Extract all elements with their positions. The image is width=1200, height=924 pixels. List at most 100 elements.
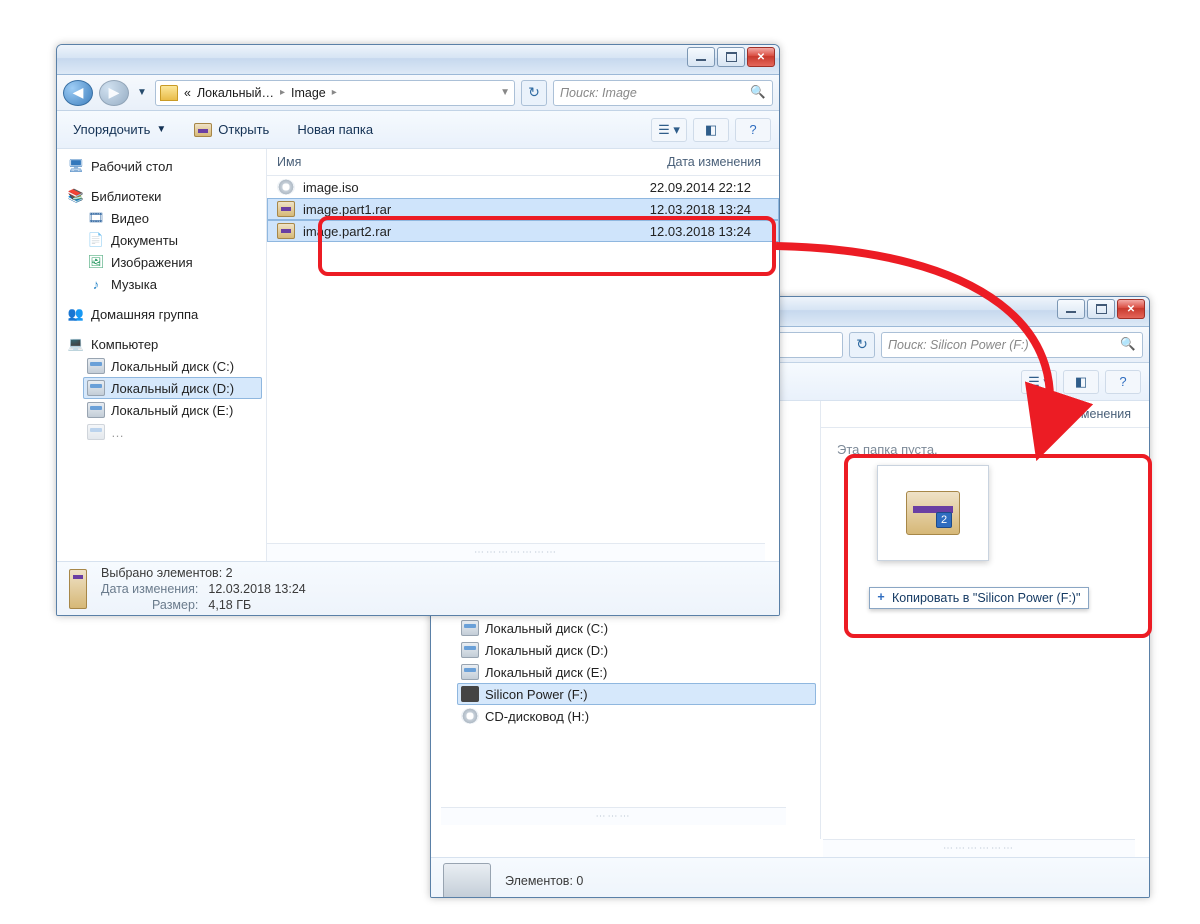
tree-desktop[interactable]: 🖥Рабочий стол — [63, 155, 262, 177]
listpane-scrollbar-horizontal[interactable]: ⋯⋯⋯⋯⋯⋯ — [823, 839, 1135, 857]
nav-back-button[interactable]: ◀ — [63, 80, 93, 106]
tree-disk-c[interactable]: Локальный диск (C:) — [457, 617, 816, 639]
libraries-icon: 📚 — [67, 188, 85, 204]
help-button[interactable]: ? — [1105, 370, 1141, 394]
tree-disk-e[interactable]: Локальный диск (E:) — [83, 399, 262, 421]
status-item-count: Элементов: 0 — [505, 874, 583, 888]
search-field[interactable]: Поиск: Silicon Power (F:) 🔍 — [881, 332, 1143, 358]
file-name: image.part1.rar — [303, 202, 391, 217]
window-body: 🖥Рабочий стол 📚Библиотеки 🎞Видео 📄Докуме… — [57, 149, 779, 561]
view-mode-button[interactable]: ☰ ▾ — [651, 118, 687, 142]
minimize-button[interactable] — [1057, 299, 1085, 319]
status-selection-count: Выбрано элементов: 2 — [101, 566, 306, 580]
tree-libraries[interactable]: 📚Библиотеки — [63, 185, 262, 207]
rar-archive-icon — [277, 223, 295, 239]
file-date: 22.09.2014 22:12 — [589, 180, 769, 195]
tree-silicon-power[interactable]: Silicon Power (F:) — [457, 683, 816, 705]
preview-pane-button[interactable]: ◧ — [693, 118, 729, 142]
maximize-button[interactable] — [1087, 299, 1115, 319]
organize-button[interactable]: Упорядочить ▼ — [65, 118, 174, 141]
column-name[interactable]: Имя — [267, 149, 599, 175]
column-headers[interactable]: …изменения — [821, 401, 1149, 428]
file-date: 12.03.2018 13:24 — [589, 202, 769, 217]
status-drive-icon — [443, 863, 491, 899]
column-date-modified-trail[interactable]: …изменения — [969, 401, 1149, 427]
preview-pane-button[interactable]: ◧ — [1063, 370, 1099, 394]
chevron-right-icon: ▸ — [280, 87, 285, 98]
search-icon: 🔍 — [1120, 337, 1136, 352]
new-folder-button[interactable]: Новая папка — [289, 118, 381, 141]
tree-disk-d[interactable]: Локальный диск (D:) — [83, 377, 262, 399]
status-size-value: 4,18 ГБ — [208, 598, 305, 612]
breadcrumb-folder[interactable]: Image — [291, 86, 326, 100]
chevron-right-icon: ▸ — [332, 87, 337, 98]
scrollbar-horizontal[interactable]: ⋯⋯⋯⋯⋯⋯⋯ — [267, 543, 765, 561]
file-row[interactable]: image.part2.rar12.03.2018 13:24 — [267, 220, 779, 242]
open-button[interactable]: Открыть — [186, 118, 277, 141]
picture-icon: 🖼 — [87, 254, 105, 270]
disk-icon — [461, 664, 479, 680]
video-icon: 🎞 — [87, 210, 105, 226]
nav-history-dropdown[interactable]: ▼ — [135, 80, 149, 106]
view-mode-button[interactable]: ☰ ▾ — [1021, 370, 1057, 394]
help-button[interactable]: ? — [735, 118, 771, 142]
breadcrumb-disk[interactable]: Локальный… — [197, 86, 274, 100]
drag-count-badge: 2 — [936, 512, 952, 528]
homegroup-icon: 👥 — [67, 306, 85, 322]
file-date: 12.03.2018 13:24 — [589, 224, 769, 239]
search-placeholder: Поиск: Silicon Power (F:) — [888, 338, 1029, 352]
drop-action-tooltip: Копировать в "Silicon Power (F:)" — [869, 587, 1089, 609]
disk-icon — [461, 620, 479, 636]
search-field[interactable]: Поиск: Image 🔍 — [553, 80, 773, 106]
refresh-button[interactable]: ↻ — [849, 332, 875, 358]
file-row[interactable]: image.part1.rar 12.03.2018 13:24 — [267, 198, 779, 220]
breadcrumb-dropdown[interactable]: ▼ — [500, 87, 510, 98]
tree-disk-e[interactable]: Локальный диск (E:) — [457, 661, 816, 683]
column-headers[interactable]: Имя Дата изменения — [267, 149, 779, 176]
status-date-value: 12.03.2018 13:24 — [208, 582, 305, 596]
tree-cd-drive[interactable]: CD-дисковод (H:) — [457, 705, 816, 727]
usb-drive-icon — [461, 686, 479, 702]
titlebar[interactable] — [57, 45, 779, 75]
iso-disc-icon — [277, 179, 295, 195]
tree-homegroup[interactable]: 👥Домашняя группа — [63, 303, 262, 325]
status-bar: Выбрано элементов: 2 Дата изменения:12.0… — [57, 561, 779, 615]
tree-disk-d[interactable]: Локальный диск (D:) — [457, 639, 816, 661]
document-icon: 📄 — [87, 232, 105, 248]
file-name: image.iso — [303, 180, 359, 195]
close-button[interactable] — [1117, 299, 1145, 319]
file-list[interactable]: …изменения Эта папка пуста. 2 Копировать… — [821, 401, 1149, 839]
tree-music[interactable]: ♪Музыка — [83, 273, 262, 295]
disk-icon — [87, 358, 105, 374]
column-date-modified[interactable]: Дата изменения — [599, 149, 779, 175]
command-bar: Упорядочить ▼ Открыть Новая папка ☰ ▾ ◧ … — [57, 111, 779, 149]
tree-disk-c[interactable]: Локальный диск (C:) — [83, 355, 262, 377]
nav-forward-button[interactable]: ▶ — [99, 80, 129, 106]
winrar-icon — [194, 123, 212, 137]
breadcrumb-path[interactable]: « Локальный… ▸ Image ▸ ▼ — [155, 80, 515, 106]
file-row[interactable]: image.iso 22.09.2014 22:12 — [267, 176, 779, 198]
address-bar: ◀ ▶ ▼ « Локальный… ▸ Image ▸ ▼ ↻ Поиск: … — [57, 75, 779, 111]
status-bar: Элементов: 0 — [431, 857, 1149, 898]
tree-pictures[interactable]: 🖼Изображения — [83, 251, 262, 273]
folder-icon — [160, 85, 178, 101]
rar-archive-icon — [277, 201, 295, 217]
tree-documents[interactable]: 📄Документы — [83, 229, 262, 251]
music-icon: ♪ — [87, 276, 105, 292]
cd-drive-icon — [461, 708, 479, 724]
computer-icon: 💻 — [67, 336, 85, 352]
file-list[interactable]: Имя Дата изменения image.iso 22.09.2014 2… — [267, 149, 779, 561]
search-icon: 🔍 — [750, 85, 766, 100]
tree-scrollbar-horizontal[interactable]: ⋯⋯⋯ — [441, 807, 786, 825]
disk-icon — [461, 642, 479, 658]
minimize-button[interactable] — [687, 47, 715, 67]
navigation-tree[interactable]: 🖥Рабочий стол 📚Библиотеки 🎞Видео 📄Докуме… — [57, 149, 267, 561]
refresh-button[interactable]: ↻ — [521, 80, 547, 106]
tree-disk-f-truncated[interactable]: … — [83, 421, 262, 443]
explorer-window-source[interactable]: ◀ ▶ ▼ « Локальный… ▸ Image ▸ ▼ ↻ Поиск: … — [56, 44, 780, 616]
close-button[interactable] — [747, 47, 775, 67]
tree-computer[interactable]: 💻Компьютер — [63, 333, 262, 355]
chevron-down-icon: ▼ — [156, 124, 166, 135]
maximize-button[interactable] — [717, 47, 745, 67]
tree-videos[interactable]: 🎞Видео — [83, 207, 262, 229]
